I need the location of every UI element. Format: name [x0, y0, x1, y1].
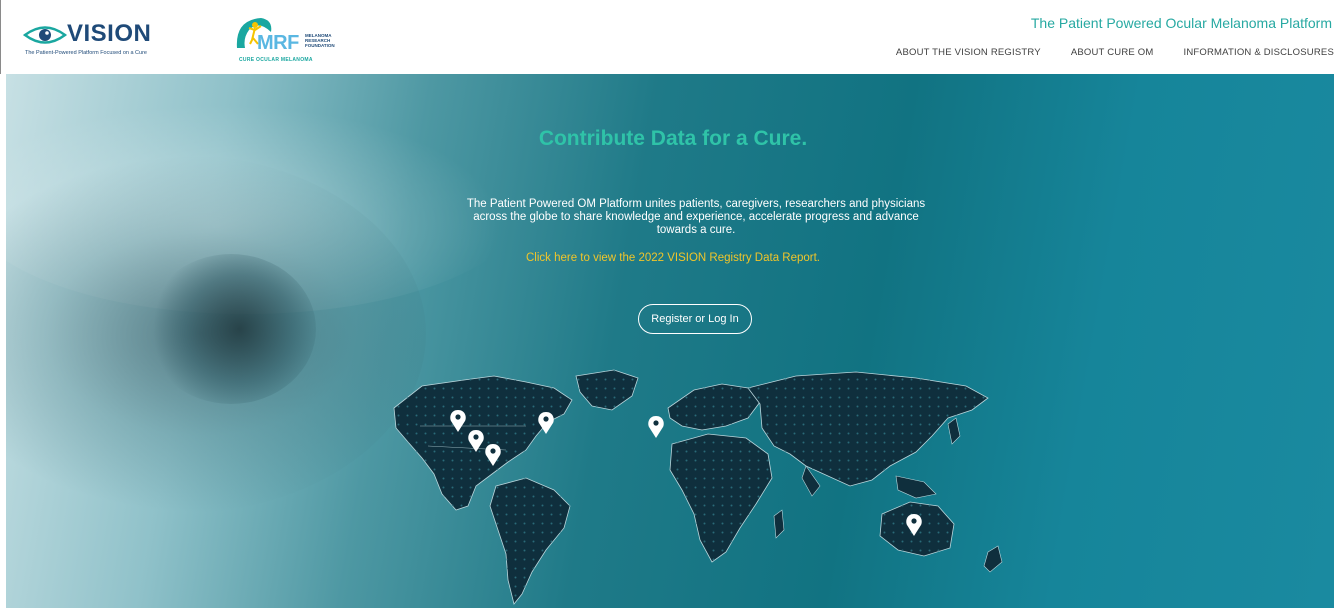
world-map-icon	[393, 369, 1003, 605]
continent-australia	[879, 501, 1003, 573]
vision-tagline: The Patient-Powered Platform Focused on …	[25, 50, 147, 56]
vision-eye-icon	[23, 26, 67, 44]
vision-logo[interactable]: VISION The Patient-Powered Platform Focu…	[23, 20, 158, 60]
continent-asia	[747, 371, 989, 499]
main-nav: ABOUT THE VISION REGISTRY ABOUT CURE OM …	[866, 46, 1334, 62]
data-report-link[interactable]: Click here to view the 2022 VISION Regis…	[6, 251, 1334, 265]
continent-europe	[667, 383, 761, 431]
hero-headline: Contribute Data for a Cure.	[538, 127, 808, 150]
map-pin-icon[interactable]	[648, 416, 664, 438]
register-login-button[interactable]: Register or Log In	[638, 304, 752, 334]
site-header: VISION The Patient-Powered Platform Focu…	[0, 0, 1334, 74]
mrf-letters: MRF	[257, 32, 299, 54]
hero-background-iris	[146, 254, 316, 404]
nav-about-vision-registry[interactable]: ABOUT THE VISION REGISTRY	[896, 46, 1041, 62]
hero-section: Contribute Data for a Cure. The Patient …	[0, 74, 1334, 608]
mrf-full-name: MELANOMA RESEARCH FOUNDATION	[305, 33, 335, 48]
hero-blurb: The Patient Powered OM Platform unites p…	[466, 198, 926, 236]
nav-information-disclosures[interactable]: INFORMATION & DISCLOSURES	[1183, 46, 1334, 62]
nav-about-cure-om[interactable]: ABOUT CURE OM	[1071, 46, 1154, 62]
continent-south-america	[489, 477, 571, 605]
vision-wordmark: VISION	[67, 20, 152, 47]
platform-title: The Patient Powered Ocular Melanoma Plat…	[1030, 15, 1332, 31]
mrf-subbrand: CURE OCULAR MELANOMA	[239, 57, 313, 63]
continent-africa	[669, 433, 785, 563]
continent-greenland	[575, 369, 639, 411]
mrf-logo[interactable]: MRF MELANOMA RESEARCH FOUNDATION CURE OC…	[233, 14, 353, 66]
